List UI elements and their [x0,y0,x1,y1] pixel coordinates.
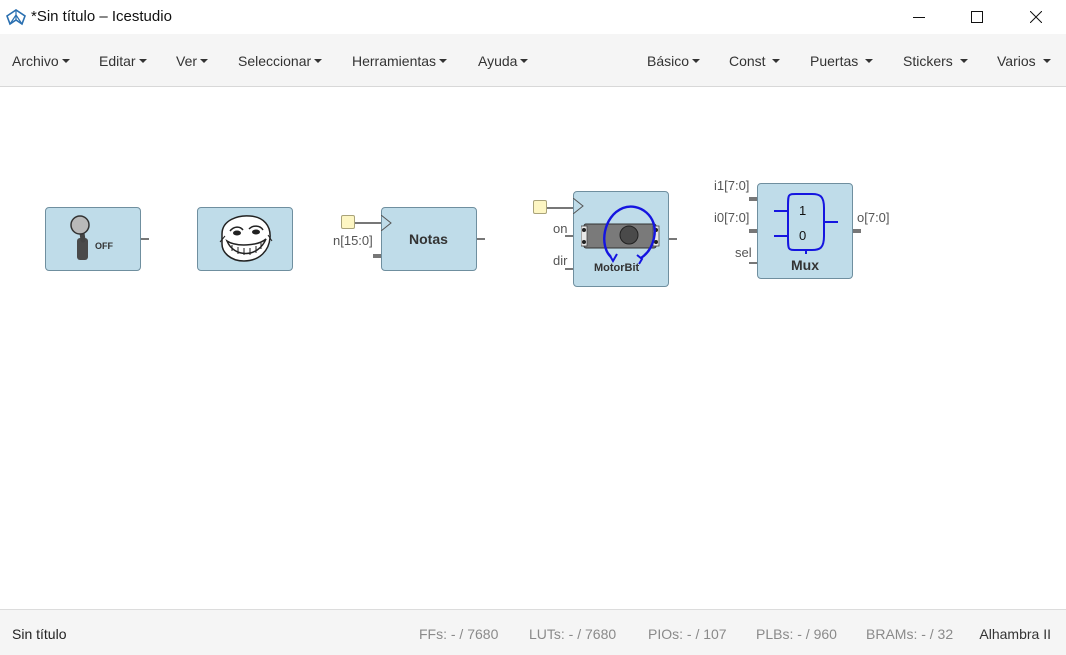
servo-motor-icon [581,205,660,265]
mux-i0-label: i0[7:0] [714,210,750,225]
motorbit-dir-label: dir [553,253,568,268]
motorbit-title: MotorBit [594,262,640,274]
notas-input-port[interactable] [341,215,355,229]
clock-edge-icon [381,215,392,231]
caret-down-icon [138,59,147,64]
menu-stickers[interactable]: Stickers [903,53,968,69]
caret-down-icon [959,59,968,64]
status-ffs: FFs: - / 7680 [419,626,499,642]
maximize-button[interactable] [948,0,1006,34]
menu-varios-label: Varios [997,53,1036,69]
menu-const[interactable]: Const [729,53,781,69]
mux-sel-label: sel [735,245,752,260]
status-luts: LUTs: - / 7680 [529,626,617,642]
mux-output-label: o[7:0] [857,210,890,225]
status-bar: Sin título FFs: - / 7680 LUTs: - / 7680 … [0,609,1066,655]
caret-down-icon [520,59,529,64]
mux-title: Mux [791,257,819,273]
motorbit-block[interactable]: MotorBit [573,191,669,287]
status-brams: BRAMs: - / 32 [866,626,954,642]
menu-puertas[interactable]: Puertas [810,53,874,69]
menu-ver[interactable]: Ver [176,53,209,69]
menu-bar: Archivo Editar Ver Seleccionar Herramien… [0,34,1066,87]
menu-ayuda-label: Ayuda [478,53,518,69]
menu-basico[interactable]: Básico [647,53,701,69]
notas-title: Notas [409,231,448,247]
menu-basico-label: Básico [647,53,690,69]
menu-seleccionar[interactable]: Seleccionar [238,53,323,69]
menu-varios[interactable]: Varios [997,53,1051,69]
menu-archivo-label: Archivo [12,53,59,69]
close-icon [1030,11,1042,23]
menu-puertas-label: Puertas [810,53,859,69]
mux-sel-pin[interactable] [749,262,757,264]
switch-output-pin[interactable] [141,238,149,240]
menu-ayuda[interactable]: Ayuda [478,53,529,69]
menu-stickers-label: Stickers [903,53,953,69]
status-pios: PIOs: - / 107 [648,626,727,642]
toggle-switch-icon [70,215,90,260]
notas-input-label: n[15:0] [333,233,373,248]
menu-editar-label: Editar [99,53,136,69]
menu-herramientas[interactable]: Herramientas [352,53,448,69]
caret-down-icon [865,59,874,64]
notas-bus-pin[interactable] [373,254,381,258]
motorbit-on-label: on [553,221,568,236]
status-plbs: PLBs: - / 960 [756,626,837,642]
motorbit-on-pin[interactable] [565,235,573,237]
notas-wire [355,222,381,224]
status-file-name: Sin título [12,626,67,642]
menu-editar[interactable]: Editar [99,53,147,69]
notas-block[interactable]: Notas [381,207,477,271]
caret-down-icon [314,59,323,64]
mux-output-pin[interactable] [853,229,861,233]
troll-face-icon [219,215,273,262]
motorbit-input-port[interactable] [533,200,547,214]
menu-archivo[interactable]: Archivo [12,53,70,69]
menu-const-label: Const [729,53,766,69]
motorbit-dir-pin[interactable] [565,268,573,270]
title-bar: *Sin título – Icestudio [0,0,1066,34]
mux-i1-pin[interactable] [749,197,757,201]
caret-down-icon [772,59,781,64]
caret-down-icon [200,59,209,64]
mux-symbol-icon [774,193,838,254]
close-button[interactable] [1007,0,1065,34]
minimize-icon [913,17,925,18]
motorbit-output-pin[interactable] [669,238,677,240]
switch-block[interactable]: OFF [45,207,141,271]
caret-down-icon [61,59,70,64]
mux-one-label: 1 [799,203,807,218]
notas-output-pin[interactable] [477,238,485,240]
design-canvas[interactable]: OFF n[15:0] Notas on dir MotorBit i1[7:0… [0,87,1066,609]
minimize-button[interactable] [890,0,948,34]
troll-sticker-block[interactable] [197,207,293,271]
caret-down-icon [439,59,448,64]
mux-block[interactable]: 1 0 Mux [757,183,853,279]
menu-ver-label: Ver [176,53,198,69]
menu-seleccionar-label: Seleccionar [238,53,312,69]
switch-state-label: OFF [95,241,113,251]
maximize-icon [971,11,983,23]
mux-i0-pin[interactable] [749,229,757,233]
motorbit-wire [547,207,573,209]
mux-zero-label: 0 [799,228,807,243]
caret-down-icon [692,59,701,64]
menu-herramientas-label: Herramientas [352,53,437,69]
status-board[interactable]: Alhambra II [979,626,1051,642]
caret-down-icon [1042,59,1051,64]
window-title: *Sin título – Icestudio [31,8,172,25]
mux-i1-label: i1[7:0] [714,178,750,193]
icestudio-logo-icon [6,9,26,26]
